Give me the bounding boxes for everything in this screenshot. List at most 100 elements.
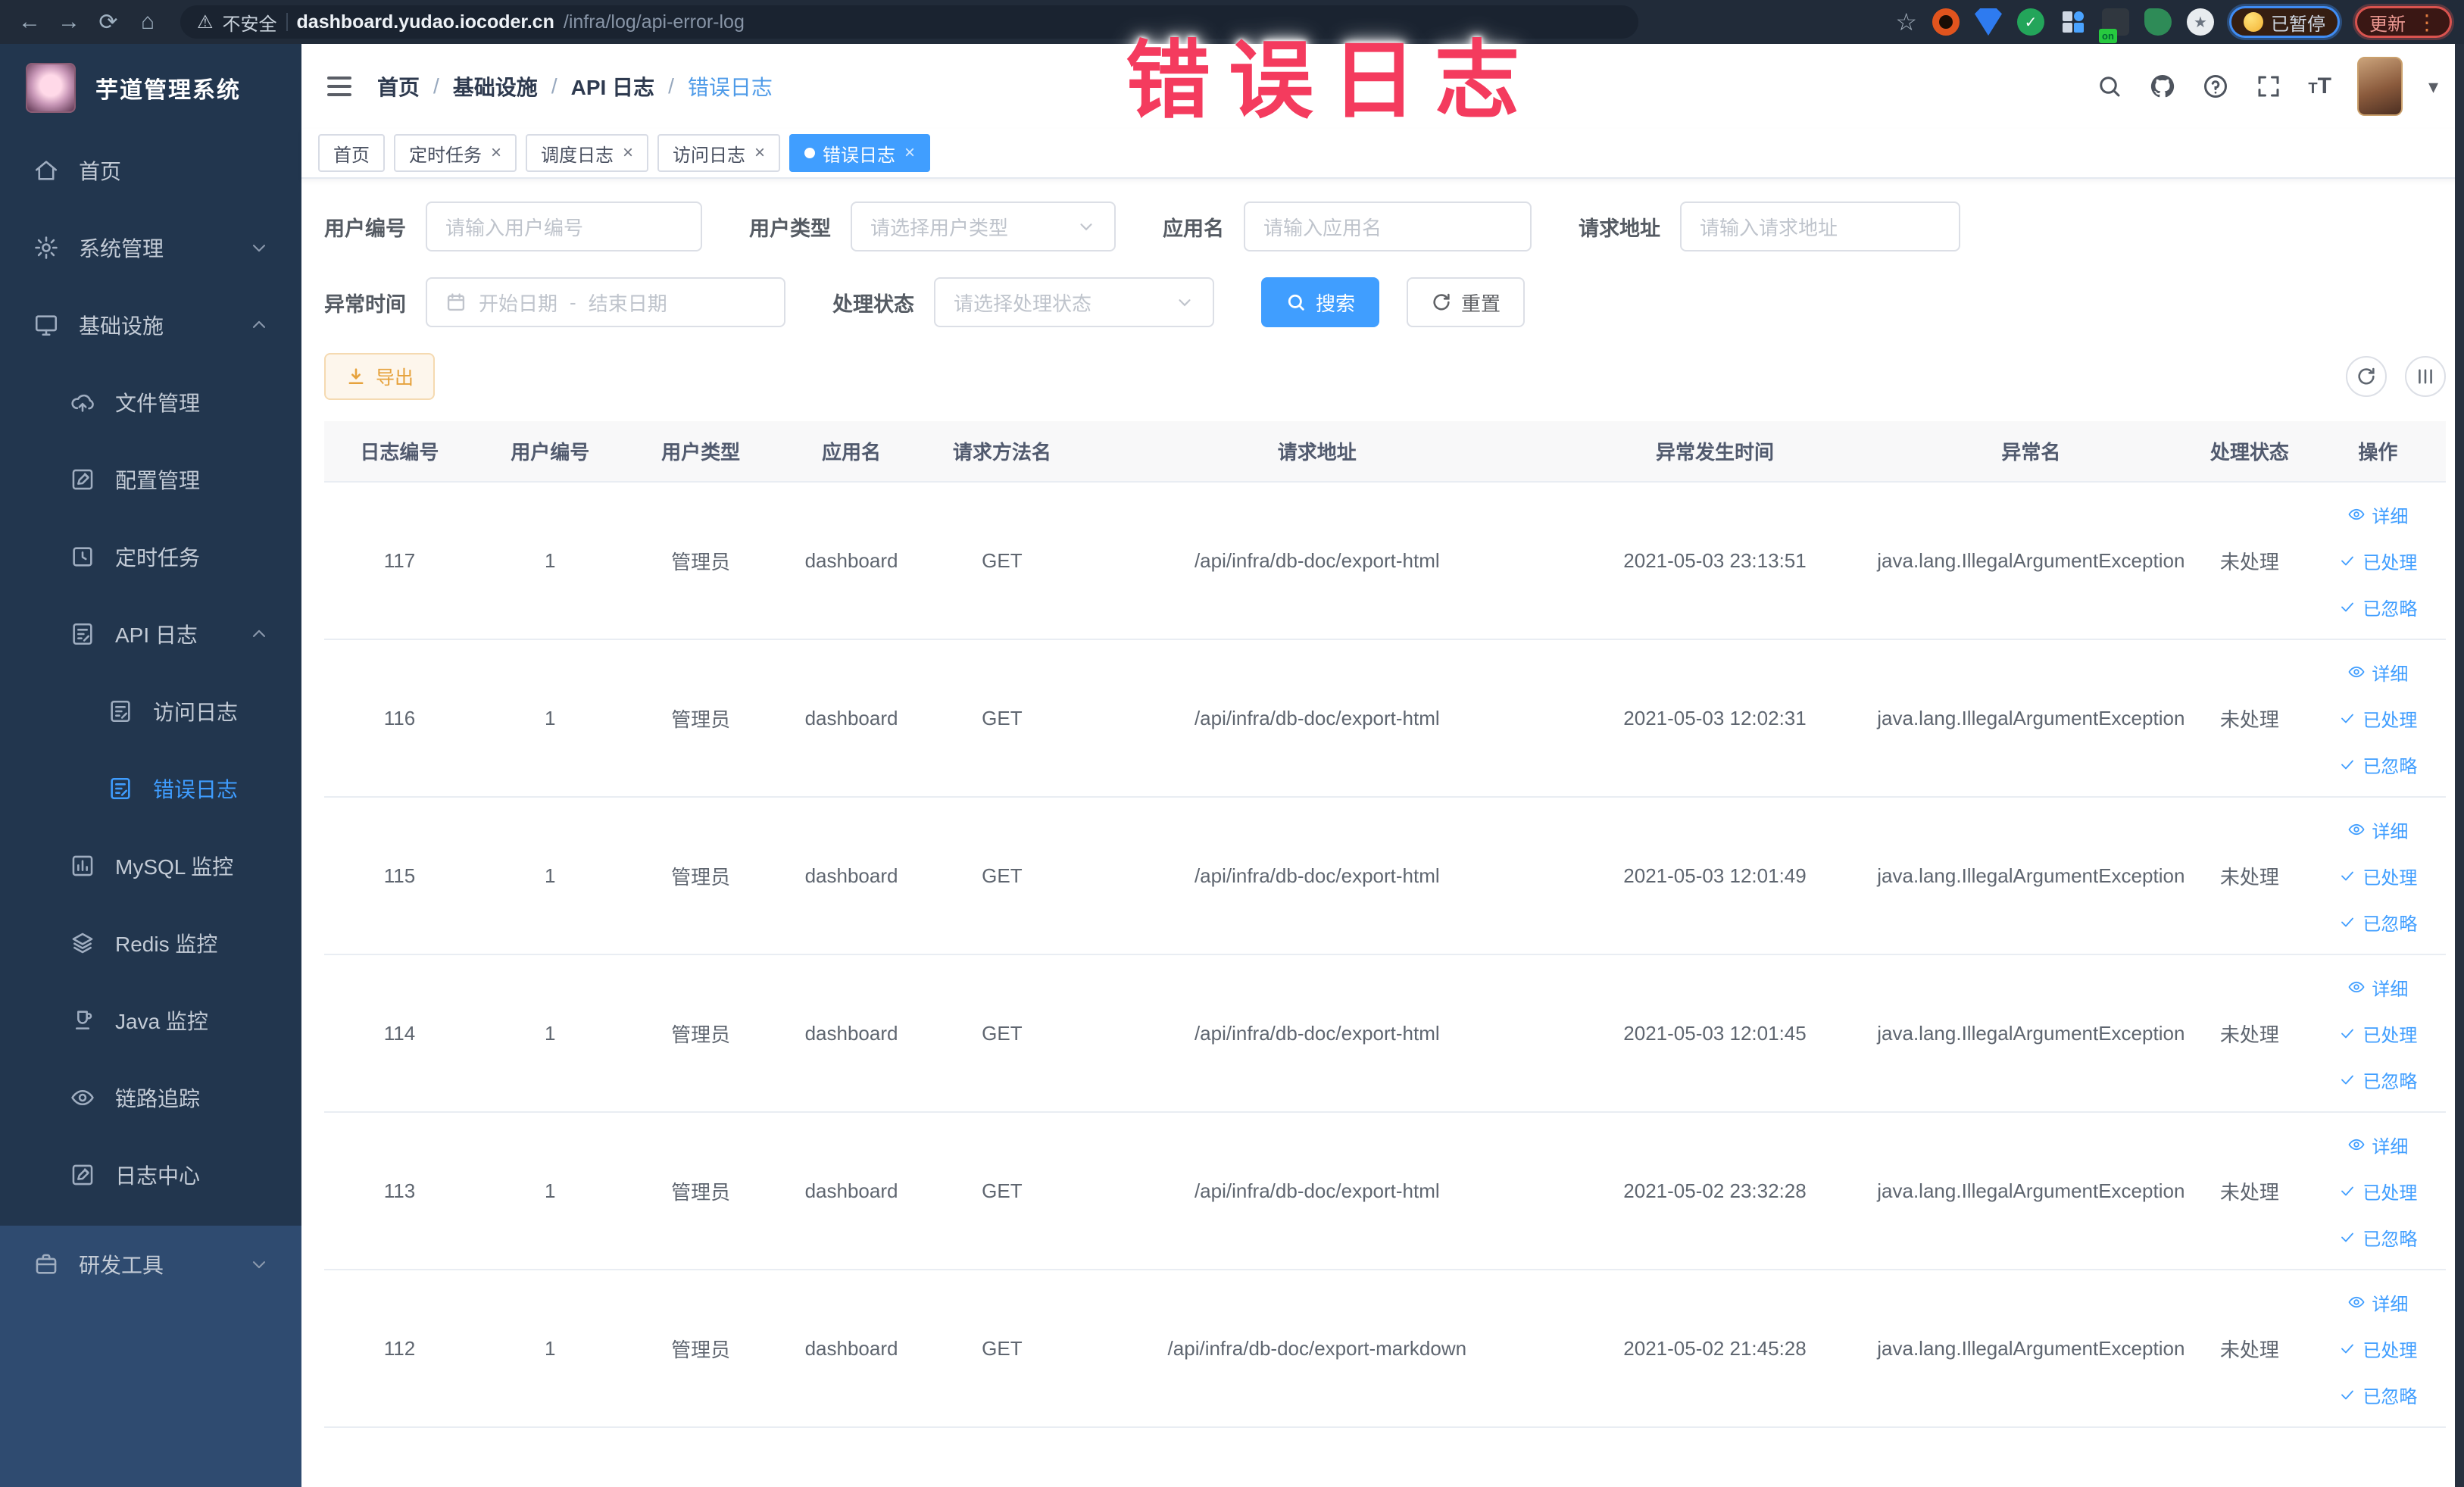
action-1[interactable]: 已处理 [2338,548,2417,574]
check-icon [2338,755,2356,773]
cell: 管理员 [625,797,776,955]
reload-icon[interactable]: ⟳ [91,5,126,39]
sidebar-item-11[interactable]: Java 监控 [0,982,301,1059]
filter-app-name: 应用名 请输入应用名 [1163,201,1532,251]
action-0[interactable]: 详细 [2347,1289,2408,1316]
extension-check-icon[interactable]: ✓ [2017,8,2044,36]
address-bar[interactable]: ⚠ 不安全 dashboard.yudao.iocoder.cn /infra/… [180,5,1638,39]
extension-leaf-icon[interactable] [2144,8,2172,36]
sidebar-item-7[interactable]: 访问日志 [0,673,301,750]
action-1[interactable]: 已处理 [2338,1335,2417,1362]
bookmark-star-icon[interactable]: ☆ [1895,8,1917,36]
action-2[interactable]: 已忽略 [2338,1224,2417,1251]
sidebar-item-14[interactable]: 研发工具 [0,1226,301,1303]
date-range-picker[interactable]: 开始日期 - 结束日期 [426,277,785,327]
update-label: 更新 [2369,14,2406,35]
search-icon[interactable] [2096,73,2123,100]
extension-puzzle-icon[interactable]: ★ [2187,8,2214,36]
home-icon[interactable]: ⌂ [130,5,165,39]
refresh-table-button[interactable] [2346,356,2387,397]
tab-label: 访问日志 [673,145,746,166]
main-panel: 首页 / 基础设施 / API 日志 / 错误日志 TT ▾ 首页 定时任务 × 调度… [301,44,2464,1487]
check-icon [2338,709,2356,727]
fullscreen-icon[interactable] [2255,73,2282,100]
sidebar-item-8[interactable]: 错误日志 [0,750,301,827]
sidebar-item-6[interactable]: API 日志 [0,595,301,673]
tags-view-bar: 首页 定时任务 × 调度日志 × 访问日志 × 错误日志 × [301,129,2464,179]
action-1[interactable]: 已处理 [2338,863,2417,889]
action-2[interactable]: 已忽略 [2338,1382,2417,1408]
action-0[interactable]: 详细 [2347,817,2408,843]
sidebar-item-10[interactable]: Redis 监控 [0,904,301,982]
sidebar-item-4[interactable]: 配置管理 [0,441,301,518]
tab-3[interactable]: 访问日志 × [657,134,781,172]
action-0[interactable]: 详细 [2347,1132,2408,1158]
extension-shield-icon[interactable] [1975,8,2002,36]
not-secure-warning-icon: ⚠ [197,11,214,33]
sidebar-item-2[interactable]: 基础设施 [0,286,301,364]
extension-orange-icon[interactable] [1932,8,1960,36]
search-button[interactable]: 搜索 [1261,277,1380,327]
tab-4[interactable]: 错误日志 × [789,134,931,172]
export-button[interactable]: 导出 [324,353,436,400]
action-1[interactable]: 已处理 [2338,1020,2417,1047]
breadcrumb-item-infra[interactable]: 基础设施 [453,71,538,102]
request-url-input[interactable]: 请输入请求地址 [1680,201,1960,251]
sidebar-item-0[interactable]: 首页 [0,132,301,209]
forward-icon[interactable]: → [52,5,86,39]
close-icon[interactable]: × [754,142,765,164]
font-size-icon[interactable]: TT [2308,73,2331,99]
back-icon[interactable]: ← [12,5,47,39]
sidebar-item-9[interactable]: MySQL 监控 [0,827,301,904]
avatar[interactable] [2356,57,2403,116]
extension-switch-icon[interactable]: on [2099,8,2129,43]
log-icon [108,776,133,801]
sidebar-item-5[interactable]: 定时任务 [0,518,301,595]
sidebar-item-13[interactable]: 日志中心 [0,1136,301,1214]
update-browser-pill[interactable]: 更新 ⋮ [2355,6,2452,38]
help-icon[interactable] [2202,73,2229,100]
breadcrumb-item-home[interactable]: 首页 [377,71,420,102]
sidebar-item-12[interactable]: 链路追踪 [0,1059,301,1136]
action-0[interactable]: 详细 [2347,659,2408,686]
cell: /api/infra/db-doc/export-html [1077,797,1557,955]
action-2[interactable]: 已忽略 [2338,909,2417,936]
cell: 管理员 [625,954,776,1113]
github-icon[interactable] [2149,73,2176,100]
chevron-down-icon[interactable]: ▾ [2428,75,2438,98]
action-2[interactable]: 已忽略 [2338,751,2417,778]
extension-grid-icon[interactable] [2060,8,2087,36]
reset-button[interactable]: 重置 [1407,277,1526,327]
action-0[interactable]: 详细 [2347,501,2408,528]
table-row: 117 1 管理员 dashboard GET/api/infra/db-doc/exp… [324,482,2446,640]
tab-1[interactable]: 定时任务 × [394,134,517,172]
browser-scrollbar[interactable] [2455,44,2464,1487]
user-type-select[interactable]: 请选择用户类型 [851,201,1116,251]
eye-small-icon [2347,1293,2366,1311]
action-2[interactable]: 已忽略 [2338,1067,2417,1093]
close-icon[interactable]: × [623,142,633,164]
browser-menu-dots-icon[interactable]: ⋮ [2416,10,2437,35]
action-1[interactable]: 已处理 [2338,705,2417,732]
tab-2[interactable]: 调度日志 × [526,134,649,172]
breadcrumb-item-api-log[interactable]: API 日志 [571,71,654,102]
action-2[interactable]: 已忽略 [2338,594,2417,620]
action-0[interactable]: 详细 [2347,974,2408,1001]
tab-0[interactable]: 首页 [318,134,385,172]
process-status-select[interactable]: 请选择处理状态 [934,277,1214,327]
paused-extension-pill[interactable]: 已暂停 [2229,6,2340,38]
sidebar-item-3[interactable]: 文件管理 [0,364,301,441]
cell: dashboard [776,954,927,1113]
close-icon[interactable]: × [904,142,915,164]
sidebar-item-1[interactable]: 系统管理 [0,209,301,286]
column-settings-button[interactable] [2405,356,2446,397]
user-id-input[interactable]: 请输入用户编号 [426,201,702,251]
action-1[interactable]: 已处理 [2338,1178,2417,1204]
hamburger-menu-icon[interactable] [327,77,351,96]
process-status-label: 处理状态 [832,292,914,316]
app-name-input[interactable]: 请输入应用名 [1244,201,1532,251]
paused-label: 已暂停 [2271,14,2325,35]
sidebar-logo-row[interactable]: 芋道管理系统 [0,44,301,132]
close-icon[interactable]: × [491,142,501,164]
table-row: 114 1 管理员 dashboard GET/api/infra/db-doc/exp… [324,954,2446,1113]
